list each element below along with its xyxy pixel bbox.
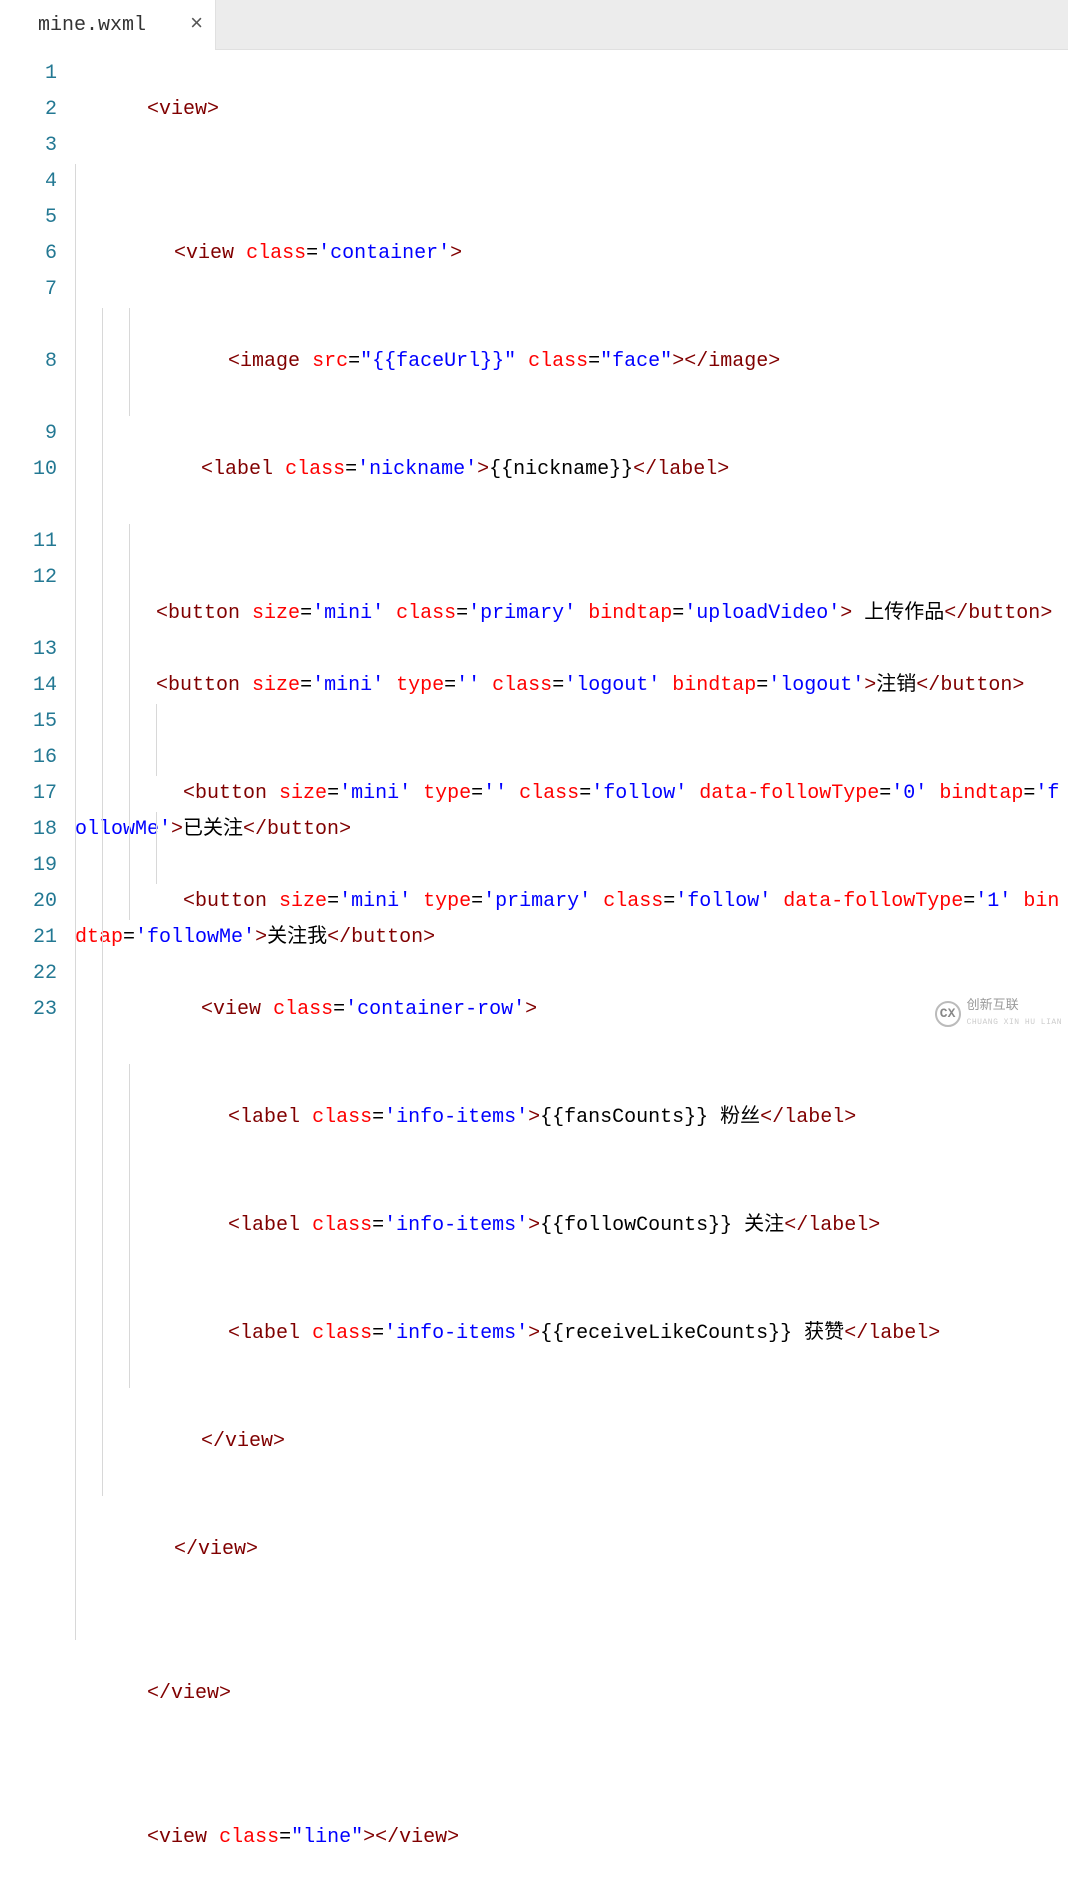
watermark-logo-icon: CX [935,1001,961,1027]
line-number: 2 [0,92,57,128]
code-line [75,164,1068,200]
line-number: 3 [0,128,57,164]
close-icon[interactable]: × [190,14,203,36]
line-number: 20 [0,884,57,920]
code-line: <button size='mini' type='' class='follo… [75,704,1068,776]
code-line [75,668,1068,704]
code-line: <button size='mini' type='' class='logou… [75,596,1068,668]
tab-title: mine.wxml [38,14,146,37]
line-number: 12 [0,560,57,632]
line-number: 17 [0,776,57,812]
code-line: </view> [75,1388,1068,1496]
code-line: <label class='nickname'>{{nickname}}</la… [75,416,1068,524]
code-line: <label class='info-items'>{{receiveLikeC… [75,1280,1068,1388]
code-line [75,1748,1068,1784]
code-line [75,884,1068,920]
line-number: 6 [0,236,57,272]
code-area[interactable]: <view> <view class='container'> <image s… [75,50,1068,1030]
line-number: 23 [0,992,57,1028]
line-number: 16 [0,740,57,776]
line-number: 11 [0,524,57,560]
line-number-gutter: 1 2 3 4 5 6 7 8 9 10 11 12 13 14 15 16 1… [0,50,75,1030]
code-line: <view> [75,56,1068,164]
watermark-brand: 创新互联 [967,998,1019,1013]
line-number: 10 [0,452,57,524]
code-line [75,920,1068,956]
code-line: <label class='info-items'>{{fansCounts}}… [75,1064,1068,1172]
tab-bar: mine.wxml × [0,0,1068,50]
code-line: <label class='info-items'>{{followCounts… [75,1172,1068,1280]
line-number: 15 [0,704,57,740]
line-number: 18 [0,812,57,848]
line-number: 7 [0,272,57,344]
code-line [75,1604,1068,1640]
line-number: 5 [0,200,57,236]
tab-mine-wxml[interactable]: mine.wxml × [0,0,216,50]
code-line: <view class='container-row'> [75,956,1068,1064]
line-number: 4 [0,164,57,200]
code-line: <view class='container'> [75,200,1068,308]
code-line: </view> [75,1640,1068,1748]
code-line [75,776,1068,812]
code-line: <button size='mini' class='primary' bind… [75,524,1068,596]
watermark: CX 创新互联 CHUANG XIN HU LIAN [935,999,1062,1028]
line-number: 19 [0,848,57,884]
code-line: </view> [75,1496,1068,1604]
line-number: 13 [0,632,57,668]
line-number: 1 [0,56,57,92]
line-number: 22 [0,956,57,992]
line-number: 14 [0,668,57,704]
watermark-sub: CHUANG XIN HU LIAN [967,1018,1062,1027]
code-line: <view class="line"></view> [75,1784,1068,1892]
line-number: 9 [0,416,57,452]
line-number: 21 [0,920,57,956]
code-line: <button size='mini' type='primary' class… [75,812,1068,884]
line-number: 8 [0,344,57,416]
code-editor[interactable]: 1 2 3 4 5 6 7 8 9 10 11 12 13 14 15 16 1… [0,50,1068,1030]
code-line: <image src="{{faceUrl}}" class="face"></… [75,308,1068,416]
